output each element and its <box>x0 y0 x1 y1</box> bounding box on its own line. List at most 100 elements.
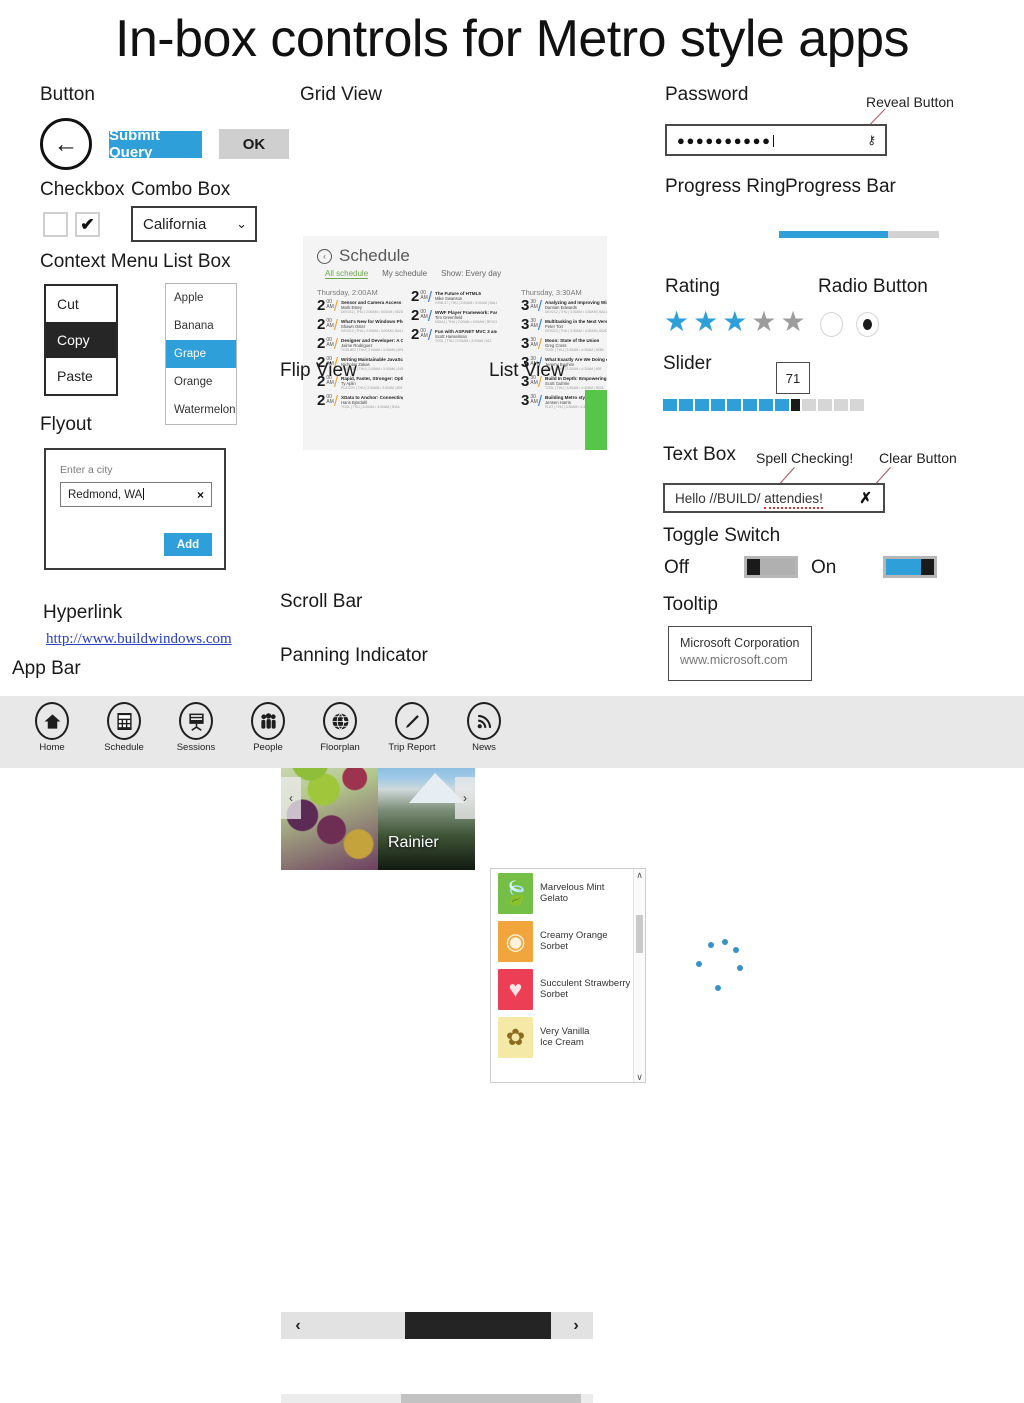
grid-view-item-ampm: AM <box>530 304 538 310</box>
grid-view-item[interactable]: 2 00 AM / The Future of HTML5 Mike Swanson HTM… <box>411 289 497 305</box>
grid-view-item-ampm: AM <box>326 399 334 405</box>
rating-star-3[interactable]: ★ <box>722 308 747 336</box>
context-menu-item-paste[interactable]: Paste <box>46 358 116 394</box>
combo-box[interactable]: California ⌄ <box>131 206 257 242</box>
slider-segment-empty[interactable] <box>802 399 816 411</box>
scroll-down-icon[interactable]: ∨ <box>634 1071 645 1082</box>
slider-segment-filled[interactable] <box>695 399 709 411</box>
app-bar-item-trip-report[interactable]: Trip Report <box>376 702 448 753</box>
list-box-item-watermelon[interactable]: Watermelon <box>166 396 236 424</box>
list-item[interactable]: ✿ Very Vanilla Ice Cream <box>491 1013 645 1061</box>
slider-segment-filled[interactable] <box>711 399 725 411</box>
grid-view-item[interactable]: 330AM/Analyzing and Improving Windows Ph… <box>521 298 607 314</box>
list-item[interactable]: 🍃 Marvelous Mint Gelato <box>491 869 645 917</box>
app-bar-item-floorplan[interactable]: Floorplan <box>304 702 376 753</box>
scroll-bar[interactable]: ‹ › <box>281 1312 593 1339</box>
grid-view-item[interactable]: 200AM/XData to Anchor: Connecting Any Da… <box>317 393 403 409</box>
list-box[interactable]: Apple Banana Grape Orange Watermelon <box>165 283 237 425</box>
scrollbar-thumb-horizontal[interactable] <box>405 1312 551 1339</box>
grid-view-item-text: Fun with ASP.NET MVC 3 and MVC 4Scott Ha… <box>435 329 497 343</box>
slider-segment-empty[interactable] <box>850 399 864 411</box>
scrollbar-thumb[interactable] <box>636 915 643 953</box>
scroll-up-icon[interactable]: ∧ <box>634 869 645 882</box>
app-bar-item-news[interactable]: News <box>448 702 520 753</box>
hyperlink[interactable]: http://www.buildwindows.com <box>46 631 232 648</box>
scrollbar-left-arrow-icon[interactable]: ‹ <box>281 1317 315 1335</box>
slider-thumb[interactable] <box>791 399 800 411</box>
rating-star-5[interactable]: ★ <box>780 308 805 336</box>
text-box[interactable]: Hello //BUILD/ attendies! ✗ <box>663 483 885 513</box>
slider-segment-filled[interactable] <box>727 399 741 411</box>
clear-icon[interactable]: ✗ <box>859 489 872 507</box>
list-box-item-apple[interactable]: Apple <box>166 284 236 312</box>
section-label-context-menu: Context Menu <box>40 251 159 272</box>
grid-view-item[interactable]: 3 30 AM / Moon: State of the Union Greg Cross… <box>521 336 607 352</box>
grid-view-item-minute-group: 00 AM <box>326 395 334 405</box>
list-box-item-grape[interactable]: Grape <box>166 340 236 368</box>
password-field[interactable]: ●●●●●●●●●● ⚷ <box>665 124 887 156</box>
slider-segment-filled[interactable] <box>679 399 693 411</box>
grid-view[interactable]: ‹ Schedule All schedule My schedule Show: … <box>303 236 607 450</box>
grid-view-item-time: 3 30 AM / <box>521 336 542 352</box>
flip-prev-button[interactable]: ‹ <box>281 777 301 819</box>
list-view[interactable]: 🍃 Marvelous Mint Gelato ◉ Creamy Orange Sorbe… <box>490 868 646 1083</box>
ok-button[interactable]: OK <box>219 129 289 159</box>
list-box-item-orange[interactable]: Orange <box>166 368 236 396</box>
list-item[interactable]: ♥ Succulent Strawberry Sorbet <box>491 965 645 1013</box>
app-bar-item-sessions[interactable]: Sessions <box>160 702 232 753</box>
grid-view-item[interactable]: 330AM/Multitasking in the Next Version o… <box>521 317 607 333</box>
slider-segment-empty[interactable] <box>818 399 832 411</box>
list-item[interactable]: ◉ Creamy Orange Sorbet <box>491 917 645 965</box>
reveal-key-icon[interactable]: ⚷ <box>867 133 876 147</box>
checkbox-checked[interactable]: ✔ <box>75 212 100 237</box>
list-box-item-banana[interactable]: Banana <box>166 312 236 340</box>
app-bar-item-people[interactable]: People <box>232 702 304 753</box>
scrollbar-right-arrow-icon[interactable]: › <box>559 1317 593 1335</box>
flip-next-button[interactable]: › <box>455 777 475 819</box>
progress-ring-dot-1 <box>708 942 714 948</box>
rating-star-4[interactable]: ★ <box>751 308 776 336</box>
app-bar[interactable]: Home Schedule Sessions People Floorplan Trip … <box>0 696 1024 768</box>
rating-star-2[interactable]: ★ <box>693 308 718 336</box>
grid-view-tab-1[interactable]: My schedule <box>382 269 427 279</box>
grid-view-tabs[interactable]: All schedule My schedule Show: Every day <box>325 269 501 279</box>
list-view-scrollbar[interactable]: ∧ ∨ <box>633 869 645 1082</box>
radio-button-selected[interactable] <box>856 312 879 337</box>
slider-segment-filled[interactable] <box>743 399 757 411</box>
grid-view-item[interactable]: 200AM/WWF Player Framework: Fast, Presen… <box>411 308 497 324</box>
slider-track[interactable] <box>663 399 864 411</box>
rating-star-1[interactable]: ★ <box>664 308 689 336</box>
grid-view-item[interactable]: 200AM/Designer and Developer: A Case for… <box>317 336 403 352</box>
grid-view-item[interactable]: 200AM/Fun with ASP.NET MVC 3 and MVC 4Sc… <box>411 327 497 343</box>
grid-view-back-icon[interactable]: ‹ <box>317 248 332 264</box>
submit-query-button[interactable]: Submit Query <box>109 127 202 161</box>
slider-segment-filled[interactable] <box>775 399 789 411</box>
context-menu-item-cut[interactable]: Cut <box>46 286 116 322</box>
slider-segment-filled[interactable] <box>663 399 677 411</box>
grid-view-tab-0[interactable]: All schedule <box>325 269 369 279</box>
back-button[interactable]: ← <box>40 118 92 170</box>
chevron-down-icon: ⌄ <box>236 216 247 231</box>
flyout-add-button[interactable]: Add <box>164 533 212 556</box>
grid-view-item[interactable]: 200AM/What's New for Windows Phone Devel… <box>317 317 403 333</box>
list-item-thumbnail: ♥ <box>498 968 533 1010</box>
grid-view-tab-2[interactable]: Show: Every day <box>441 269 501 279</box>
context-menu-item-copy[interactable]: Copy <box>46 322 116 358</box>
app-bar-item-label: Home <box>39 742 65 753</box>
slider-segment-filled[interactable] <box>759 399 773 411</box>
toggle-switch-off[interactable] <box>744 556 798 578</box>
slider-segment-empty[interactable] <box>834 399 848 411</box>
toggle-on-label: On <box>811 557 837 578</box>
page-title: In-box controls for Metro style apps <box>114 10 910 68</box>
flyout-city-input[interactable]: Redmond, WA × <box>60 482 212 507</box>
toggle-switch-on[interactable] <box>883 556 937 578</box>
clear-icon[interactable]: × <box>197 488 204 502</box>
radio-button-unselected[interactable] <box>820 312 843 337</box>
list-item-label: Succulent Strawberry Sorbet <box>540 978 630 1000</box>
app-bar-item-home[interactable]: Home <box>16 702 88 753</box>
rating-stars[interactable]: ★ ★ ★ ★ ★ <box>664 308 806 336</box>
misspelled-word: attendies! <box>764 490 823 509</box>
app-bar-item-schedule[interactable]: Schedule <box>88 702 160 753</box>
checkbox-unchecked[interactable] <box>43 212 68 237</box>
grid-view-item[interactable]: 200AM/Sensor and Camera Access in the Ne… <box>317 298 403 314</box>
